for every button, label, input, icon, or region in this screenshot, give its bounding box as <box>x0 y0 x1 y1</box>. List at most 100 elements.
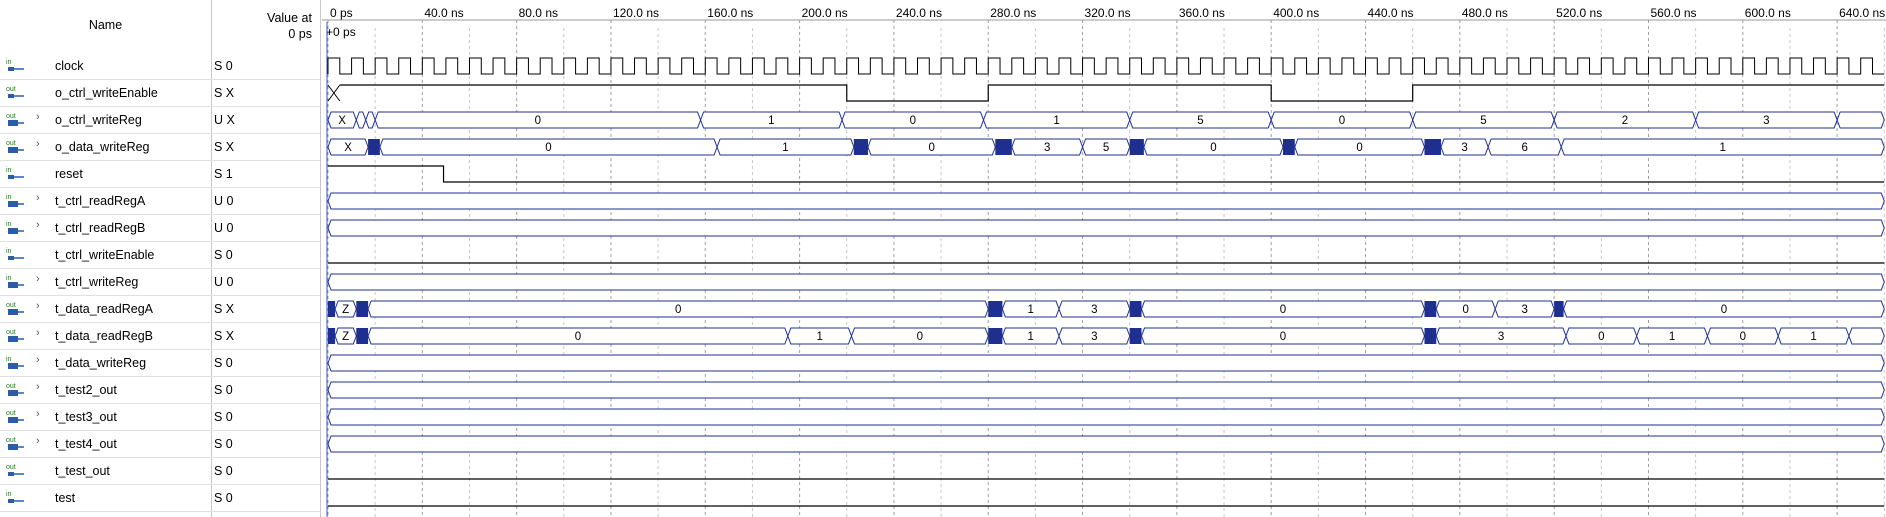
expand-chevron-icon[interactable]: › <box>36 354 40 366</box>
bus-value-label: 0 <box>928 142 934 154</box>
output-pin-icon: out <box>6 437 24 450</box>
bus-value-label: 1 <box>1669 331 1675 343</box>
svg-text:in: in <box>6 59 12 66</box>
transition-glitch <box>853 139 868 155</box>
signal-value: S 0 <box>214 464 233 478</box>
expand-chevron-icon[interactable]: › <box>36 327 40 339</box>
expand-chevron-icon[interactable]: › <box>36 381 40 393</box>
unknown-marker <box>327 84 341 102</box>
time-tick-label: 480.0 ns <box>1462 6 1508 20</box>
column-divider[interactable] <box>320 0 321 517</box>
waveform-canvas[interactable]: 0 ps 40.0 ns 80.0 ns 120.0 ns 160.0 ns 200.0 … <box>322 0 1886 517</box>
bus-value-label: 1 <box>1720 142 1726 154</box>
signal-name: o_ctrl_writeEnable <box>55 86 158 100</box>
time-tick-label: 640.0 ns <box>1839 6 1885 20</box>
signal-name: t_ctrl_writeReg <box>55 275 139 289</box>
input-pin-icon: in <box>6 221 24 234</box>
signal-value: U 0 <box>214 194 234 208</box>
signal-row[interactable]: out › o_ctrl_writeReg U X <box>0 106 320 134</box>
time-tick-label: 320.0 ns <box>1085 6 1131 20</box>
bus-value-label: 1 <box>1053 115 1059 127</box>
signal-value: S X <box>214 86 235 100</box>
bus-value-label: 0 <box>535 115 541 127</box>
bus-value-label: 0 <box>1740 331 1746 343</box>
input-pin-icon: in <box>6 491 24 503</box>
svg-text:out: out <box>6 140 16 147</box>
bus-value-label: 0 <box>575 331 581 343</box>
expand-chevron-icon[interactable]: › <box>36 408 40 420</box>
signal-row[interactable]: out › t_data_readRegA S X <box>0 295 320 323</box>
time-tick-label: 280.0 ns <box>990 6 1036 20</box>
signal-name: o_data_writeReg <box>55 140 150 154</box>
input-pin-icon: in <box>6 356 24 369</box>
signal-row[interactable]: in › t_ctrl_readRegB U 0 <box>0 214 320 242</box>
svg-text:in: in <box>6 356 12 363</box>
name-column-header[interactable]: Name <box>0 18 211 32</box>
transition-glitch <box>1129 139 1144 155</box>
signal-row[interactable]: in › t_data_writeReg S 0 <box>0 349 320 377</box>
transition-glitch <box>995 139 1012 155</box>
bus-value-label: Z <box>342 331 349 343</box>
expand-chevron-icon[interactable]: › <box>36 192 40 204</box>
signal-value: S X <box>214 302 235 316</box>
signal-row[interactable]: out › o_data_writeReg S X <box>0 133 320 161</box>
bus-value-label: 1 <box>768 115 774 127</box>
signal-row[interactable]: in › t_ctrl_writeReg U 0 <box>0 268 320 296</box>
time-tick-label: 0 ps <box>330 6 353 20</box>
bus-value-label: 5 <box>1103 142 1109 154</box>
bus-value-label: 3 <box>1763 115 1769 127</box>
signal-value: S X <box>214 140 235 154</box>
signal-row[interactable]: in clock S 0 <box>0 52 320 80</box>
input-pin-icon: in <box>6 167 24 179</box>
signal-row[interactable]: out t_test_out S 0 <box>0 457 320 485</box>
bus-value-label: 0 <box>910 115 916 127</box>
expand-chevron-icon[interactable]: › <box>36 435 40 447</box>
waveform-area[interactable]: 0 ps 40.0 ns 80.0 ns 120.0 ns 160.0 ns 200.0 … <box>322 0 1886 517</box>
bus-value-label: 0 <box>1339 115 1345 127</box>
output-pin-icon: out <box>6 464 24 476</box>
signal-row[interactable]: in test S 0 <box>0 484 320 512</box>
transition-glitch <box>328 328 336 344</box>
value-header-line1: Value at <box>267 11 312 25</box>
bus-segment <box>1848 327 1885 345</box>
bus-value-label: 0 <box>1280 304 1286 316</box>
bus-value-label: 1 <box>816 331 822 343</box>
transition-glitch <box>356 301 369 317</box>
value-column-header[interactable]: Value at 0 ps <box>212 10 312 42</box>
signal-row[interactable]: in t_ctrl_writeEnable S 0 <box>0 241 320 269</box>
expand-chevron-icon[interactable]: › <box>36 300 40 312</box>
clock-waveform <box>327 57 1885 75</box>
signal-name: o_ctrl_writeReg <box>55 113 142 127</box>
time-tick-label: 400.0 ns <box>1273 6 1319 20</box>
expand-chevron-icon[interactable]: › <box>36 138 40 150</box>
svg-text:in: in <box>6 275 12 282</box>
expand-chevron-icon[interactable]: › <box>36 273 40 285</box>
output-pin-icon: out <box>6 329 24 342</box>
bus-segment <box>327 354 1885 372</box>
transition-glitch <box>1424 328 1437 344</box>
signal-row[interactable]: out o_ctrl_writeEnable S X <box>0 79 320 107</box>
signal-row[interactable]: in reset S 1 <box>0 160 320 188</box>
signal-row[interactable]: out › t_data_readRegB S X <box>0 322 320 350</box>
time-tick-label: 120.0 ns <box>613 6 659 20</box>
transition-glitch <box>1282 139 1295 155</box>
expand-chevron-icon[interactable]: › <box>36 219 40 231</box>
signal-name: t_ctrl_writeEnable <box>55 248 155 262</box>
bus-value-label: 3 <box>1091 304 1097 316</box>
bus-value-label: 1 <box>1810 331 1816 343</box>
bus-value-label: Z <box>342 304 349 316</box>
bus-value-label: 3 <box>1044 142 1050 154</box>
signal-name: clock <box>55 59 84 73</box>
bus-value-label: 0 <box>1463 304 1469 316</box>
signal-name: t_data_readRegA <box>55 302 153 316</box>
bus-value-label: 0 <box>1721 304 1727 316</box>
time-tick-label: 40.0 ns <box>424 6 463 20</box>
signal-row[interactable]: out › t_test4_out S 0 <box>0 430 320 458</box>
signal-row[interactable]: out › t_test2_out S 0 <box>0 376 320 404</box>
bus-value-label: 5 <box>1197 115 1203 127</box>
bus-segment <box>365 111 376 129</box>
signal-row[interactable]: out › t_test3_out S 0 <box>0 403 320 431</box>
expand-chevron-icon[interactable]: › <box>36 111 40 123</box>
signal-row[interactable]: in › t_ctrl_readRegA U 0 <box>0 187 320 215</box>
bit-waveform <box>339 84 1885 102</box>
